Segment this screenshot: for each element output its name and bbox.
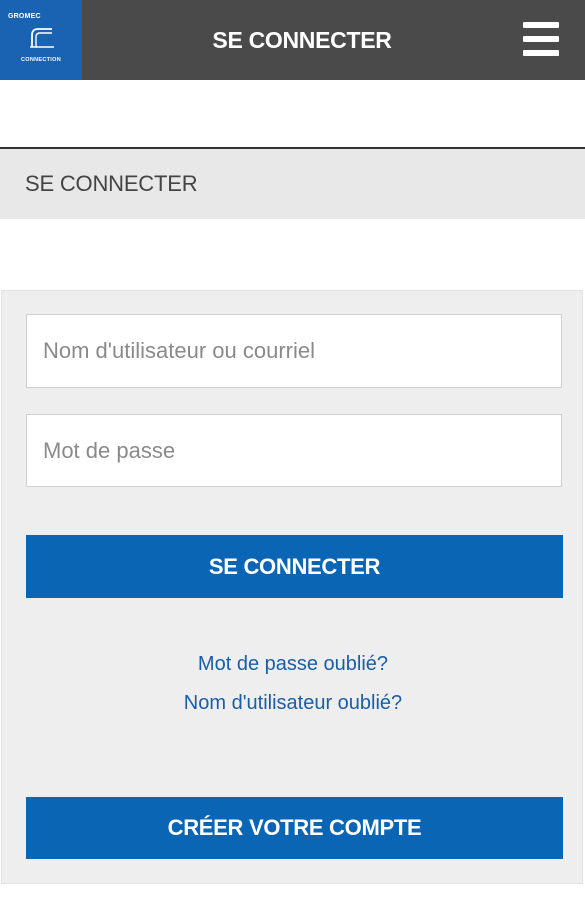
top-bar: GROMEC CONNECTION SE CONNECTER — [0, 0, 585, 80]
menu-bar-top — [523, 22, 559, 28]
hamburger-menu-icon[interactable] — [522, 20, 560, 58]
forgot-password-link[interactable]: Mot de passe oublié? — [2, 653, 584, 676]
username-input[interactable] — [26, 314, 562, 388]
app-logo[interactable]: GROMEC CONNECTION — [0, 0, 82, 80]
section-header: SE CONNECTER — [0, 147, 585, 219]
create-account-button[interactable]: CRÉER VOTRE COMPTE — [26, 797, 563, 859]
forgot-username-link[interactable]: Nom d'utilisateur oublié? — [2, 692, 584, 715]
menu-bar-middle — [523, 36, 559, 42]
login-button[interactable]: SE CONNECTER — [26, 535, 563, 598]
password-input[interactable] — [26, 414, 562, 487]
logo-subtitle-text: CONNECTION — [21, 57, 61, 63]
menu-bar-bottom — [523, 50, 559, 56]
logo-mark-icon — [30, 28, 54, 48]
logo-brand-text: GROMEC — [8, 13, 41, 20]
login-form: SE CONNECTER Mot de passe oublié? Nom d'… — [1, 290, 583, 884]
section-title: SE CONNECTER — [25, 171, 198, 196]
page-title: SE CONNECTER — [212, 27, 392, 53]
